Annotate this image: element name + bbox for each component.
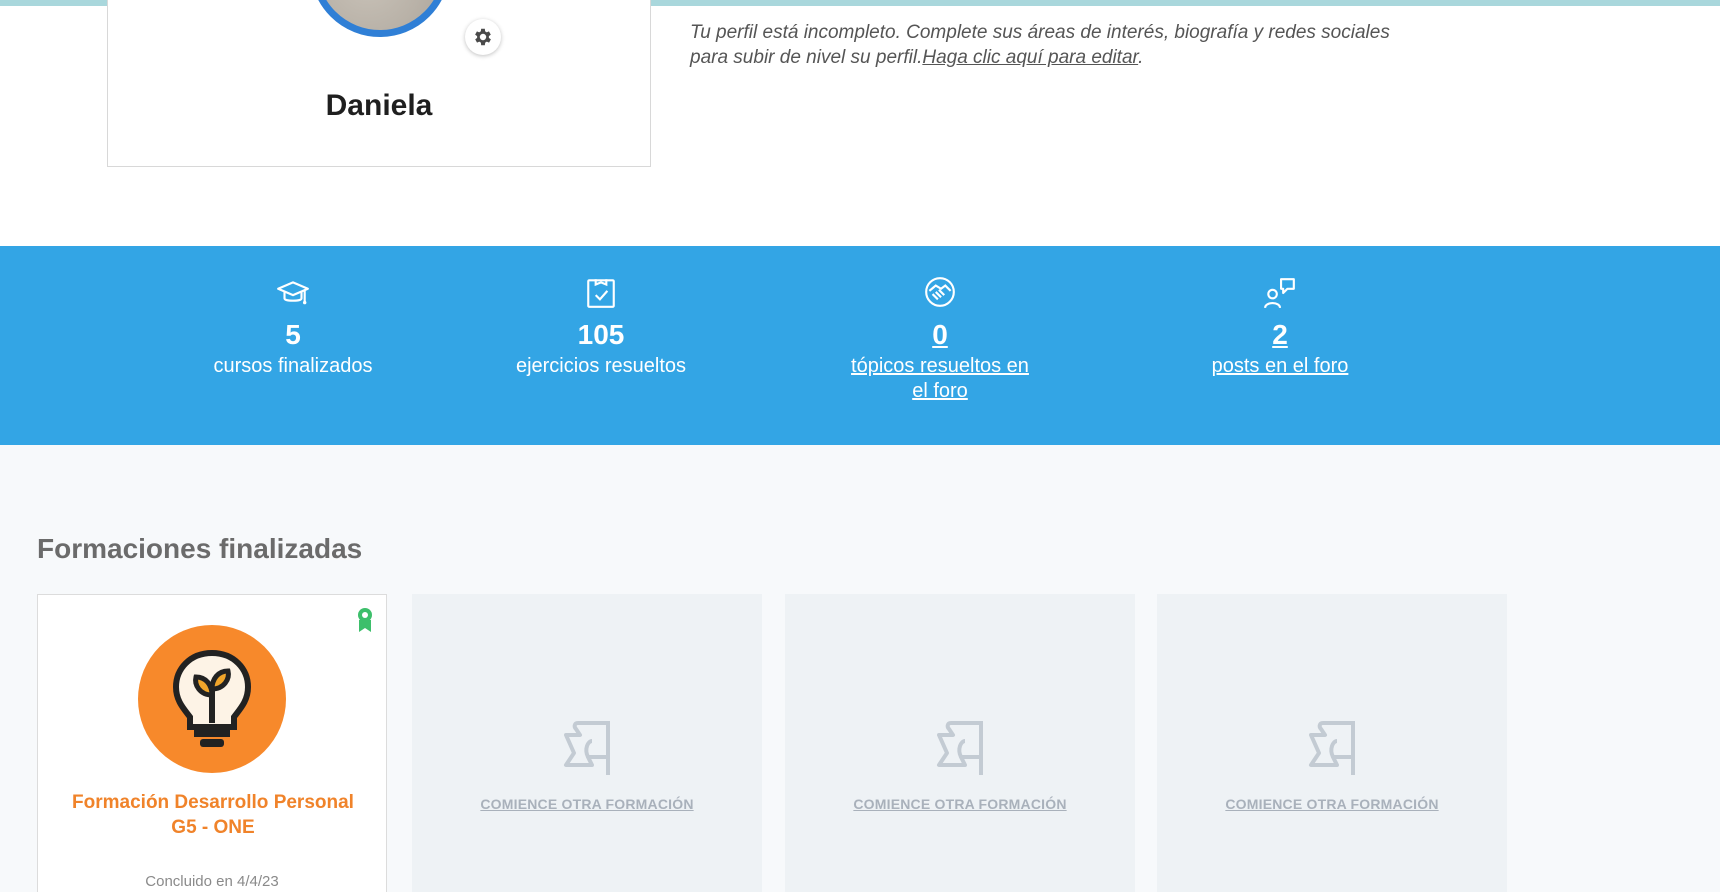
profile-name: Daniela — [325, 89, 433, 122]
course-completion-date: Concluido en 4/4/23 — [145, 873, 279, 890]
stat-exercises-label: ejercicios resueltos — [515, 355, 687, 377]
stats-band: 5 cursos finalizados 105 ejercicios resu… — [0, 246, 1720, 445]
handshake-icon — [925, 277, 955, 307]
start-course-link[interactable]: COMIENCE OTRA FORMACIÓN — [785, 796, 1135, 812]
start-course-link[interactable]: COMIENCE OTRA FORMACIÓN — [412, 796, 762, 812]
stat-courses-value: 5 — [285, 319, 301, 350]
stat-forum-topics[interactable]: 0 tópicos resueltos en el foro — [830, 276, 1050, 404]
stat-forum-posts-label: posts en el foro — [1211, 355, 1349, 377]
stat-courses-label: cursos finalizados — [213, 355, 373, 377]
course-logo — [138, 625, 286, 773]
course-title[interactable]: Formación Desarrollo Personal G5 - ONE — [58, 790, 368, 840]
stat-exercises-value: 105 — [577, 319, 625, 350]
start-course-link[interactable]: COMIENCE OTRA FORMACIÓN — [1157, 796, 1507, 812]
avatar — [310, 0, 450, 37]
user-message-icon — [1264, 278, 1295, 309]
stat-forum-posts-value: 2 — [1272, 319, 1288, 350]
gear-icon — [475, 28, 491, 46]
section-title: Formaciones finalizadas — [37, 533, 363, 564]
stat-forum-posts[interactable]: 2 posts en el foro — [1170, 276, 1390, 379]
incomplete-profile-message: Tu perfil está incompleto. Complete sus … — [690, 20, 1430, 70]
flag-icon — [937, 721, 983, 775]
stat-forum-topics-label: tópicos resueltos en el foro — [851, 355, 1029, 402]
course-card[interactable]: Formación Desarrollo Personal G5 - ONE C… — [37, 594, 387, 892]
start-course-card[interactable]: COMIENCE OTRA FORMACIÓN — [785, 594, 1135, 892]
flag-icon — [564, 721, 610, 775]
profile-settings-button[interactable] — [465, 19, 501, 55]
stat-courses: 5 cursos finalizados — [183, 276, 403, 379]
stat-exercises: 105 ejercicios resueltos — [491, 276, 711, 379]
start-course-card[interactable]: COMIENCE OTRA FORMACIÓN — [412, 594, 762, 892]
flag-icon — [1309, 721, 1355, 775]
lightbulb-sprout-icon — [172, 649, 252, 747]
graduation-cap-icon — [277, 281, 309, 305]
clipboard-check-icon — [587, 279, 615, 308]
stat-forum-topics-value: 0 — [932, 319, 948, 350]
edit-profile-link[interactable]: Haga clic aquí para editar — [922, 47, 1138, 68]
edit-suffix: . — [1138, 47, 1144, 68]
profile-card: Daniela — [107, 0, 651, 167]
certificate-ribbon-icon — [358, 608, 372, 632]
finished-courses-section: Formaciones finalizadas Formación Desarr… — [0, 445, 1720, 892]
start-course-card[interactable]: COMIENCE OTRA FORMACIÓN — [1157, 594, 1507, 892]
